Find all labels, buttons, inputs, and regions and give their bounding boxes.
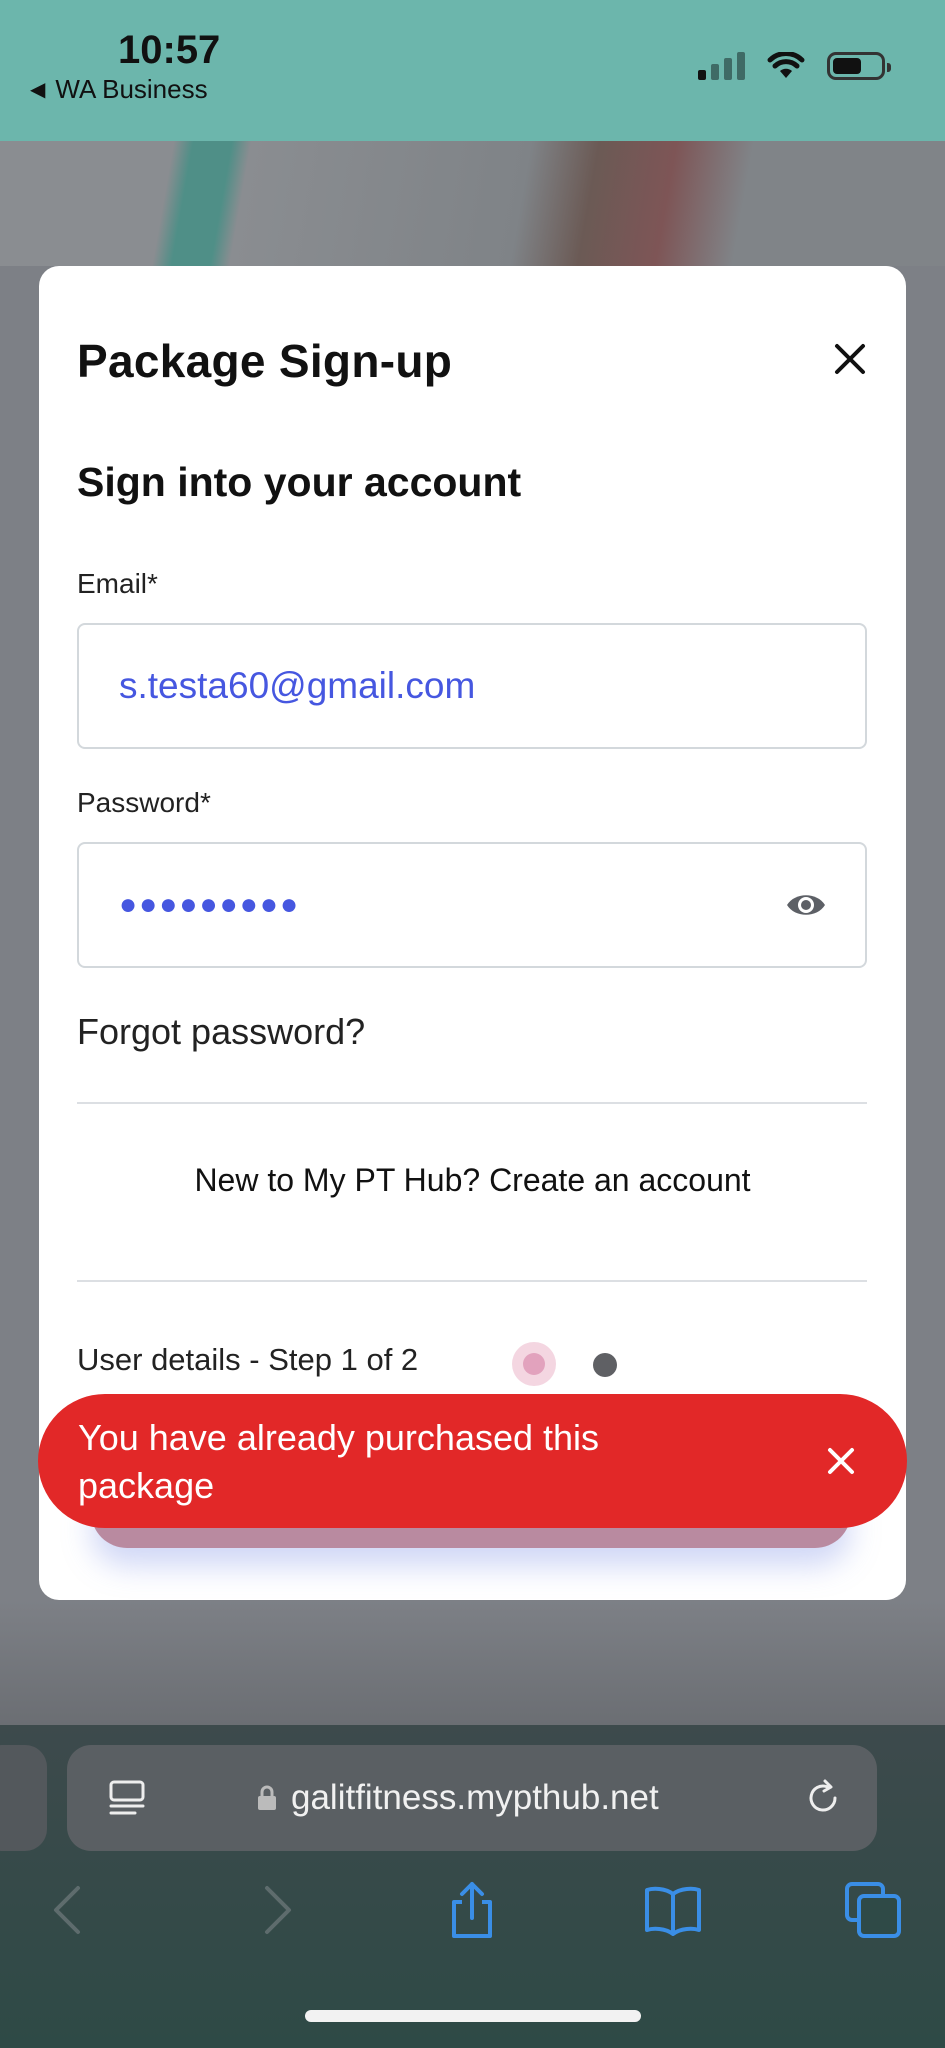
step-dot-inactive xyxy=(593,1353,617,1377)
toast-message: You have already purchased this package xyxy=(78,1417,600,1506)
password-label: Password* xyxy=(77,787,211,818)
step-dot-active-center xyxy=(523,1353,545,1375)
address-bar[interactable]: galitfitness.mypthub.net xyxy=(67,1745,877,1851)
chevron-left-icon[interactable] xyxy=(40,1880,100,1940)
lock-icon xyxy=(258,1785,276,1810)
password-value: ●●●●●●●●● xyxy=(119,888,301,921)
create-account-link[interactable]: New to My PT Hub? Create an account xyxy=(39,1162,906,1199)
step-indicator-text: User details - Step 1 of 2 xyxy=(77,1342,419,1377)
background-overlay xyxy=(0,1600,945,1725)
email-value: s.testa60@gmail.com xyxy=(119,665,476,706)
status-icons xyxy=(698,52,891,80)
battery-icon xyxy=(827,52,891,80)
share-icon[interactable] xyxy=(442,1880,502,1940)
forgot-password-link[interactable]: Forgot password? xyxy=(77,1011,365,1053)
password-field[interactable]: ●●●●●●●●● xyxy=(77,842,867,968)
back-triangle-icon: ◀ xyxy=(30,79,46,101)
chevron-right-icon[interactable] xyxy=(245,1880,305,1940)
divider xyxy=(77,1280,867,1282)
reader-icon[interactable] xyxy=(107,1778,147,1818)
wifi-icon xyxy=(767,52,805,78)
status-time: 10:57 xyxy=(118,28,221,72)
home-indicator[interactable] xyxy=(305,2010,641,2022)
divider xyxy=(77,1102,867,1104)
close-icon[interactable] xyxy=(833,342,867,376)
eye-icon[interactable] xyxy=(785,888,827,922)
signal-icon xyxy=(698,52,745,80)
back-app-label: WA Business xyxy=(55,74,208,104)
url-text: galitfitness.mypthub.net xyxy=(291,1778,659,1817)
book-icon[interactable] xyxy=(643,1880,703,1940)
reload-icon[interactable] xyxy=(803,1778,843,1818)
tabs-icon[interactable] xyxy=(843,1880,903,1940)
signin-heading: Sign into your account xyxy=(77,459,522,505)
close-icon[interactable] xyxy=(827,1447,855,1475)
modal-title: Package Sign-up xyxy=(77,335,453,387)
back-to-app-link[interactable]: ◀ WA Business xyxy=(30,74,208,105)
error-toast: You have already purchased this package xyxy=(38,1394,907,1528)
email-field[interactable]: s.testa60@gmail.com xyxy=(77,623,867,749)
email-label: Email* xyxy=(77,568,158,599)
browser-bar: galitfitness.mypthub.net xyxy=(0,1725,945,2048)
previous-tab[interactable] xyxy=(0,1745,47,1851)
status-bar: 10:57 ◀ WA Business xyxy=(0,0,945,141)
background-image xyxy=(0,141,945,266)
